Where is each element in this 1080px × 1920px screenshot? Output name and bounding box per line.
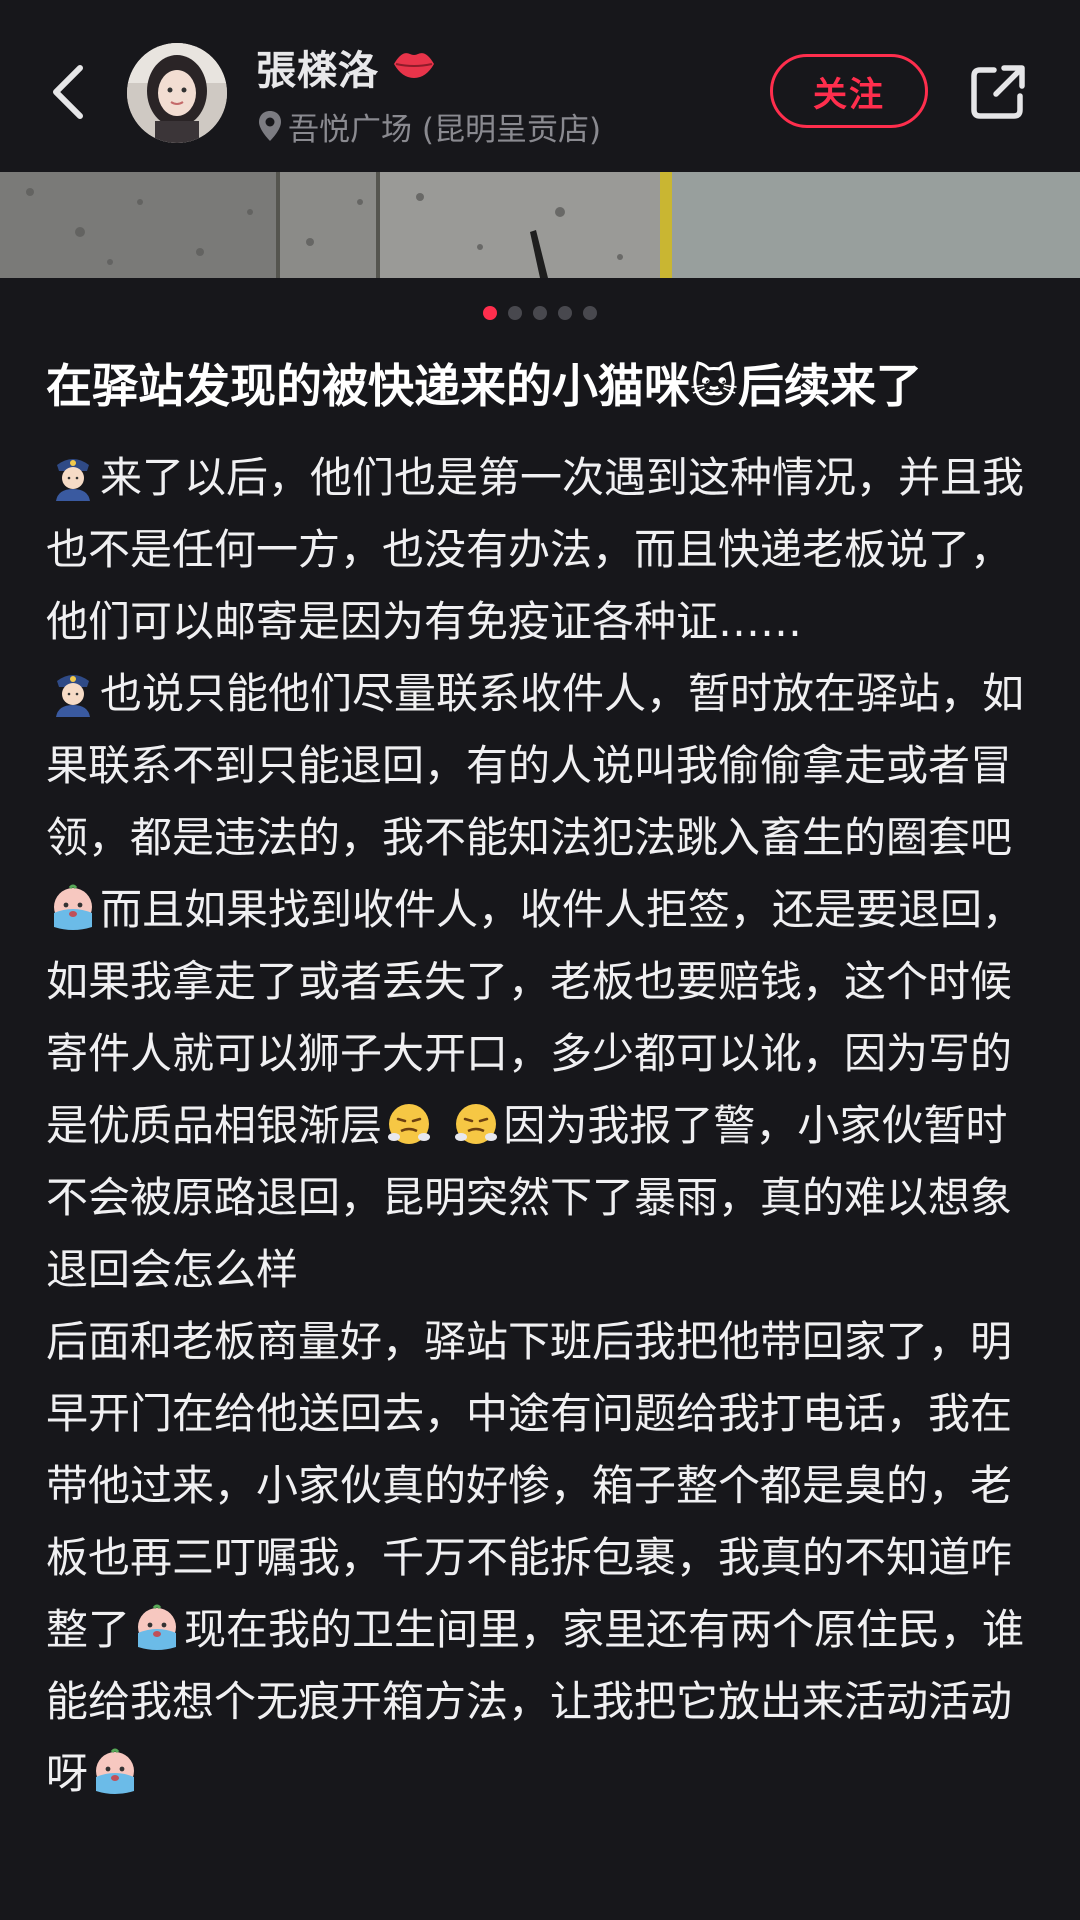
post-detail-screen: 張檪洛 吾悦广场 (昆明呈贡店) 关注 在驿站发现的被快递来的小猫咪🐱后续来了 …: [0, 0, 1080, 1920]
paragraph-1: 来了以后，他们也是第一次遇到这种情况，并且我也不是任何一方，也没有办法，而且快递…: [46, 442, 1038, 658]
huffing-face-emoji-icon: [388, 1104, 431, 1144]
paragraph-2-text-a: 也说只能他们尽量联系收件人，暂时放在驿站，如果联系不到只能退回，有的人说叫我偷偷…: [46, 669, 1025, 862]
post-image[interactable]: [0, 172, 1080, 278]
lips-icon: [394, 53, 434, 78]
image-pager-dots: [0, 306, 1080, 322]
paragraph-2: 也说只能他们尽量联系收件人，暂时放在驿站，如果联系不到只能退回，有的人说叫我偷偷…: [46, 658, 1038, 1306]
post-body: 来了以后，他们也是第一次遇到这种情况，并且我也不是任何一方，也没有办法，而且快递…: [46, 442, 1038, 1810]
share-button[interactable]: [968, 62, 1028, 122]
pager-dot-1[interactable]: [483, 306, 497, 320]
author-name[interactable]: 張檪洛: [256, 38, 379, 96]
crying-face-emoji-icon: [54, 884, 92, 930]
location-pin-icon: [259, 111, 281, 141]
crying-face-emoji-icon: [138, 1604, 177, 1650]
pager-dot-2[interactable]: [508, 306, 522, 320]
pager-dot-4[interactable]: [558, 306, 572, 320]
paragraph-1-text: 来了以后，他们也是第一次遇到这种情况，并且我也不是任何一方，也没有办法，而且快递…: [46, 453, 1025, 646]
paragraph-3-text-b: 现在我的卫生间里，家里还有两个原住民，谁能给我想个无痕开箱方法，让我把它放出来活…: [46, 1605, 1025, 1798]
paragraph-3: 后面和老板商量好，驿站下班后我把他带回家了，明早开门在给他送回去，中途有问题给我…: [46, 1306, 1038, 1810]
police-officer-emoji-icon: [56, 675, 90, 717]
paragraph-3-text-a: 后面和老板商量好，驿站下班后我把他带回家了，明早开门在给他送回去，中途有问题给我…: [46, 1317, 1013, 1654]
share-icon: [971, 65, 1025, 119]
police-officer-emoji-icon: [56, 459, 90, 501]
crying-face-emoji-icon: [96, 1748, 135, 1794]
post-title: 在驿站发现的被快递来的小猫咪🐱后续来了: [46, 359, 922, 413]
pager-dot-3[interactable]: [533, 306, 547, 320]
huffing-face-emoji-icon: [455, 1104, 498, 1144]
follow-button[interactable]: 关注: [770, 54, 928, 128]
post-location[interactable]: 吾悦广场 (昆明呈贡店): [256, 104, 601, 148]
location-text: 吾悦广场 (昆明呈贡店): [288, 111, 602, 148]
pager-dot-5[interactable]: [583, 306, 597, 320]
author-avatar[interactable]: [127, 43, 227, 143]
back-button[interactable]: [40, 52, 96, 132]
post-header: 張檪洛 吾悦广场 (昆明呈贡店) 关注: [0, 0, 1080, 172]
chevron-left-icon: [53, 65, 83, 119]
